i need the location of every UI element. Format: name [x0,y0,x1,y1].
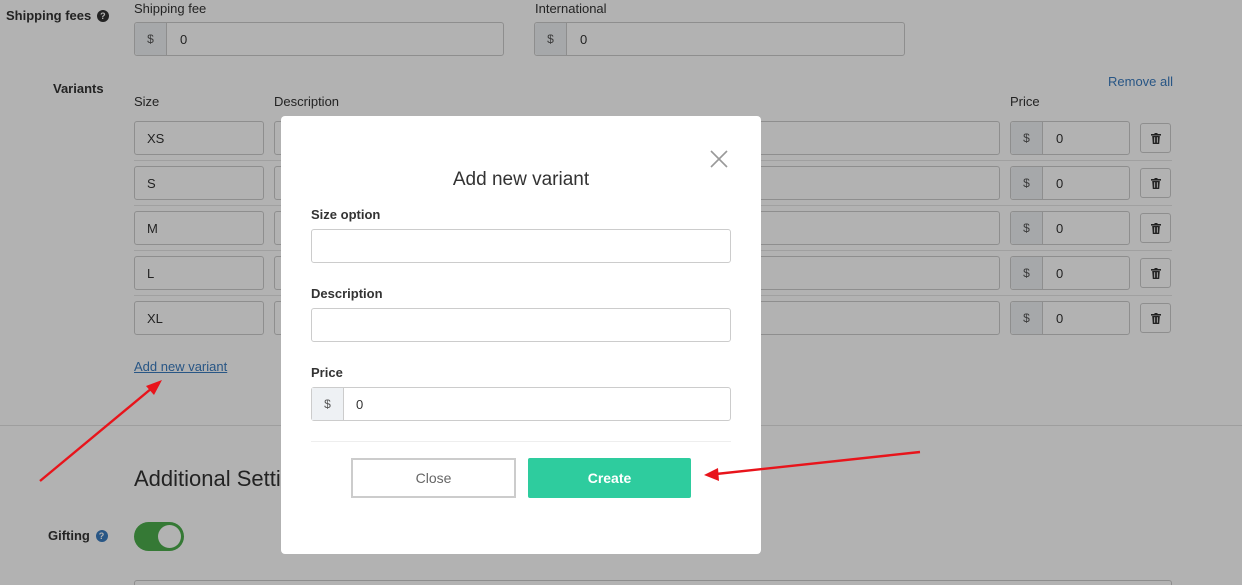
modal-title: Add new variant [452,169,590,190]
description-label: Description [311,286,383,301]
add-variant-modal: Add new variant Size option Description … [281,116,761,554]
modal-divider [311,441,731,442]
create-button[interactable]: Create [528,458,691,498]
size-option-input[interactable] [311,229,731,263]
close-button[interactable]: Close [351,458,516,498]
size-option-label: Size option [311,207,381,222]
close-icon[interactable] [708,148,730,170]
currency-addon: $ [312,388,344,420]
price-input[interactable]: $ 0 [311,387,731,421]
price-label: Price [311,365,343,380]
description-input[interactable] [311,308,731,342]
